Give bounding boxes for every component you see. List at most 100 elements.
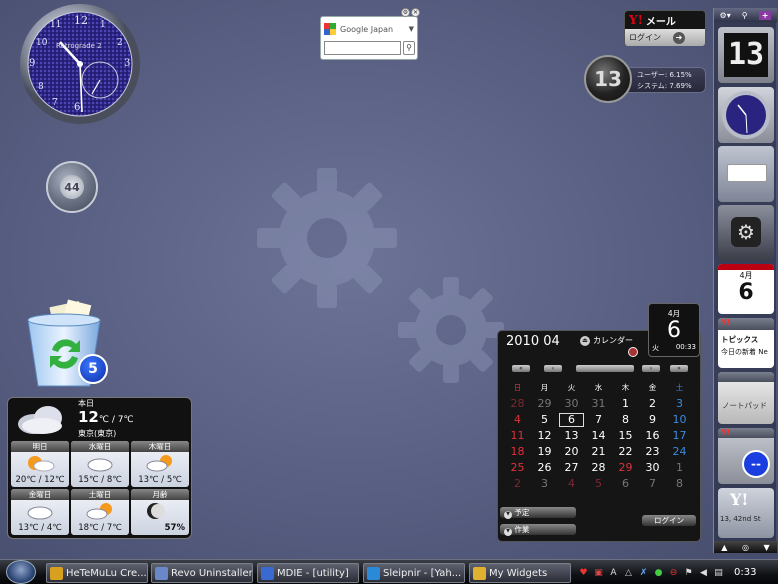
calendar-day[interactable]: 29 xyxy=(531,396,558,412)
calendar-day[interactable]: 25 xyxy=(504,460,531,476)
task-button[interactable]: ▼ 作業 xyxy=(500,524,576,536)
scroll-up-icon[interactable]: ▲ xyxy=(721,543,727,552)
gear-icon[interactable]: ⚙▾ xyxy=(720,11,731,20)
volume-dial-gadget[interactable]: 44 xyxy=(46,161,98,213)
dropdown-arrow-icon[interactable]: ▼ xyxy=(409,25,414,33)
network-icon[interactable]: ▣ xyxy=(593,567,604,578)
calendar-day[interactable]: 15 xyxy=(612,428,639,444)
calendar-day[interactable]: 3 xyxy=(666,396,693,412)
sidebar-tile-calendar[interactable]: 4月 6 xyxy=(718,264,774,314)
prev-month-button[interactable]: ‹ xyxy=(544,365,562,372)
widget-sidebar[interactable]: ⚙▾ ⚲ + 13 ⚙ 4月 6 Y! トピックス 今日の新着 Ne ノートパッ… xyxy=(713,8,777,553)
calendar-day[interactable]: 31 xyxy=(585,396,612,412)
calendar-day[interactable]: 24 xyxy=(666,444,693,460)
google-search-input[interactable] xyxy=(324,41,401,55)
yahoo-mail-gadget[interactable]: Y! メール ログイン ➜ xyxy=(624,10,706,46)
scroll-down-icon[interactable]: ▼ xyxy=(764,543,770,552)
date-time-gadget[interactable]: 4月 6 火 00:33 xyxy=(648,303,700,357)
ime-indicator[interactable]: A xyxy=(608,567,619,578)
calendar-day[interactable]: 16 xyxy=(639,428,666,444)
calendar-day[interactable]: 28 xyxy=(585,460,612,476)
antivirus-icon[interactable]: ✗ xyxy=(638,567,649,578)
calendar-day[interactable]: 28 xyxy=(504,396,531,412)
search-icon[interactable]: ⚲ xyxy=(742,11,748,20)
taskbar-item[interactable]: MDIE - [utility] xyxy=(257,563,359,583)
yahoo-login-row[interactable]: ログイン ➜ xyxy=(625,29,705,46)
calendar-day[interactable]: 17 xyxy=(666,428,693,444)
calendar-day[interactable]: 8 xyxy=(666,476,693,492)
today-button[interactable] xyxy=(576,365,634,372)
calendar-day[interactable]: 14 xyxy=(585,428,612,444)
keyboard-icon[interactable]: ▤ xyxy=(713,567,724,578)
calendar-day[interactable]: 1 xyxy=(612,396,639,412)
record-icon[interactable] xyxy=(628,347,638,357)
calendar-day[interactable]: 7 xyxy=(585,412,612,428)
calendar-day[interactable]: 22 xyxy=(612,444,639,460)
clock-gadget[interactable]: Retrograde 2 12 1 2 3 6 9 10 11 8 7 xyxy=(16,2,144,126)
calendar-day[interactable]: 2 xyxy=(504,476,531,492)
cpu-meter-gadget[interactable]: ユーザー: 6.15% システム: 7.69% 13 xyxy=(584,55,708,103)
calendar-day[interactable]: 10 xyxy=(666,412,693,428)
sidebar-tile-clock[interactable] xyxy=(718,87,774,143)
volume-icon[interactable]: ◀ xyxy=(698,567,709,578)
calendar-day[interactable]: 6 xyxy=(612,476,639,492)
schedule-button[interactable]: ▼ 予定 xyxy=(500,507,576,519)
add-widget-button[interactable]: + xyxy=(758,10,772,20)
weather-gadget[interactable]: 本日 12℃ / 7℃ 東京(東京) 明日 20℃ / 12℃ 水曜日 15℃ … xyxy=(7,397,192,539)
sidebar-tile-counter[interactable]: 13 xyxy=(718,27,774,83)
eject-icon[interactable]: ⏏ xyxy=(580,335,590,346)
sidebar-tile-settings[interactable]: ⚙ xyxy=(718,205,774,261)
calendar-day[interactable]: 19 xyxy=(531,444,558,460)
settings-icon[interactable]: ◎ xyxy=(742,543,749,552)
calendar-day[interactable]: 5 xyxy=(531,412,558,428)
calendar-day[interactable]: 5 xyxy=(585,476,612,492)
calendar-day[interactable]: 9 xyxy=(639,412,666,428)
sidebar-tile-mail[interactable]: Y! -- xyxy=(718,428,774,484)
sidebar-tile-notepad[interactable]: ノートパッド xyxy=(718,372,774,424)
heart-icon[interactable]: ♥ xyxy=(578,567,589,578)
calendar-day[interactable]: 1 xyxy=(666,460,693,476)
calendar-day[interactable]: 26 xyxy=(531,460,558,476)
yahoo-login-label[interactable]: ログイン xyxy=(629,32,661,43)
flag-icon[interactable]: ⚑ xyxy=(683,567,694,578)
calendar-day[interactable]: 13 xyxy=(558,428,585,444)
calendar-day[interactable]: 23 xyxy=(639,444,666,460)
calendar-day[interactable]: 3 xyxy=(531,476,558,492)
search-button[interactable]: ⚲ xyxy=(403,41,415,55)
taskbar-item[interactable]: Revo Uninstaller xyxy=(151,563,253,583)
arrow-right-icon[interactable]: ➜ xyxy=(673,31,685,44)
prev-year-button[interactable]: « xyxy=(512,365,530,372)
google-search-gadget[interactable]: ⚙ ✕ Google Japan ▼ ⚲ xyxy=(320,8,420,60)
calendar-day[interactable]: 30 xyxy=(639,460,666,476)
taskbar-item[interactable]: HeTeMuLu Cre... xyxy=(46,563,148,583)
calendar-day[interactable]: 29 xyxy=(612,460,639,476)
alert-icon[interactable]: ⊖ xyxy=(668,567,679,578)
calendar-day[interactable]: 7 xyxy=(639,476,666,492)
next-month-button[interactable]: › xyxy=(642,365,660,372)
settings-icon[interactable]: ⚙ xyxy=(401,8,410,17)
taskbar-item[interactable]: Sleipnir - [Yah... xyxy=(363,563,465,583)
recycle-bin-gadget[interactable]: 5 xyxy=(22,298,112,390)
sidebar-tile-google[interactable] xyxy=(718,146,774,202)
calendar-day[interactable]: 20 xyxy=(558,444,585,460)
next-year-button[interactable]: » xyxy=(670,365,688,372)
calendar-day[interactable]: 12 xyxy=(531,428,558,444)
close-icon[interactable]: ✕ xyxy=(411,8,420,17)
sidebar-tile-weather[interactable]: Y! 13, 42nd St xyxy=(718,488,774,538)
taskbar-item[interactable]: My Widgets xyxy=(469,563,571,583)
calendar-day[interactable]: 18 xyxy=(504,444,531,460)
calendar-day[interactable]: 8 xyxy=(612,412,639,428)
calendar-day[interactable]: 21 xyxy=(585,444,612,460)
sidebar-tile-topics[interactable]: Y! トピックス 今日の新着 Ne xyxy=(718,318,774,368)
calendar-day[interactable]: 11 xyxy=(504,428,531,444)
calendar-day[interactable]: 4 xyxy=(504,412,531,428)
security-icon[interactable]: ● xyxy=(653,567,664,578)
show-hidden-icon[interactable]: △ xyxy=(623,567,634,578)
calendar-day[interactable]: 4 xyxy=(558,476,585,492)
clock-time[interactable]: 0:33 xyxy=(734,567,756,578)
calendar-day-today[interactable]: 6 xyxy=(558,412,585,428)
calendar-day[interactable]: 2 xyxy=(639,396,666,412)
calendar-day[interactable]: 30 xyxy=(558,396,585,412)
calendar-day[interactable]: 27 xyxy=(558,460,585,476)
start-button[interactable] xyxy=(6,560,36,584)
